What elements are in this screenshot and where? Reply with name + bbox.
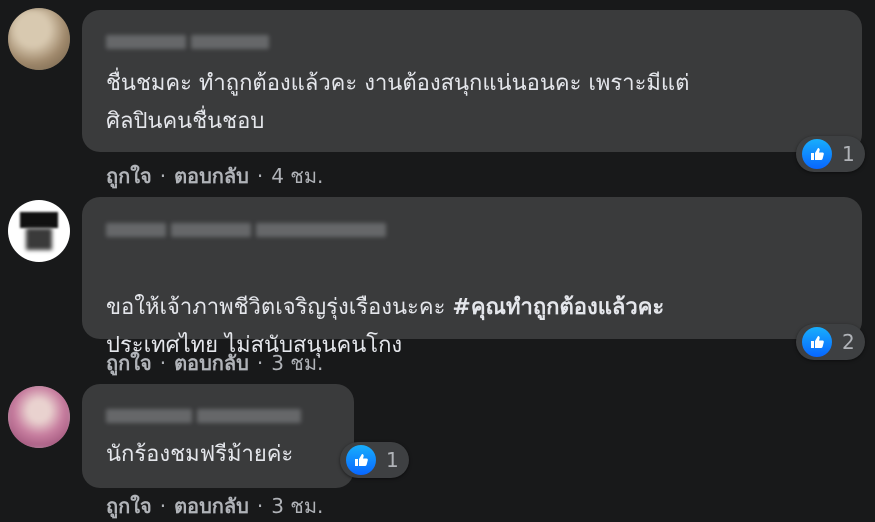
reply-link[interactable]: ตอบกลับ [174,347,249,379]
separator: · [256,494,264,518]
like-thumbs-up-icon [800,325,834,359]
like-thumbs-up-icon [344,443,378,477]
avatar[interactable] [8,8,70,70]
avatar[interactable] [8,386,70,448]
separator: · [159,494,167,518]
comment-actions: ถูกใจ · ตอบกลับ · 4 ชม. [106,160,323,192]
commenter-name[interactable] [106,222,386,238]
comment-text: ชื่นชมคะ ทำถูกต้องแล้วคะ งานต้องสนุกแน่น… [106,71,690,134]
reaction-summary[interactable]: 1 [340,442,409,478]
like-link[interactable]: ถูกใจ [106,160,152,192]
commenter-name[interactable] [106,408,301,424]
timestamp[interactable]: 3 ชม. [271,347,323,379]
reaction-count: 1 [386,448,399,472]
reaction-count: 2 [842,330,855,354]
comment-bubble: ขอให้เจ้าภาพชีวิตเจริญรุ่งเรืองนะคะ #คุณ… [82,197,862,358]
comment-bubble: นักร้องชมฟรีม้ายค่ะ [82,384,354,488]
comment-text: นักร้องชมฟรีม้ายค่ะ [106,442,294,467]
reply-link[interactable]: ตอบกลับ [174,490,249,522]
commenter-name[interactable] [106,34,269,50]
reaction-count: 1 [842,142,855,166]
comment-text-line1: ขอให้เจ้าภาพชีวิตเจริญรุ่งเรืองนะคะ [106,295,453,320]
like-link[interactable]: ถูกใจ [106,347,152,379]
timestamp[interactable]: 3 ชม. [271,490,323,522]
avatar[interactable] [8,200,70,262]
reply-link[interactable]: ตอบกลับ [174,160,249,192]
timestamp[interactable]: 4 ชม. [271,160,323,192]
separator: · [256,351,264,375]
reaction-summary[interactable]: 1 [796,136,865,172]
separator: · [159,351,167,375]
separator: · [256,164,264,188]
like-link[interactable]: ถูกใจ [106,490,152,522]
comment-bubble: ชื่นชมคะ ทำถูกต้องแล้วคะ งานต้องสนุกแน่น… [82,10,862,152]
comment-actions: ถูกใจ · ตอบกลับ · 3 ชม. [106,347,323,379]
reaction-summary[interactable]: 2 [796,324,865,360]
hashtag-link[interactable]: #คุณทำถูกต้องแล้วคะ [452,295,664,320]
comment-actions: ถูกใจ · ตอบกลับ · 3 ชม. [106,490,323,522]
separator: · [159,164,167,188]
like-thumbs-up-icon [800,137,834,171]
